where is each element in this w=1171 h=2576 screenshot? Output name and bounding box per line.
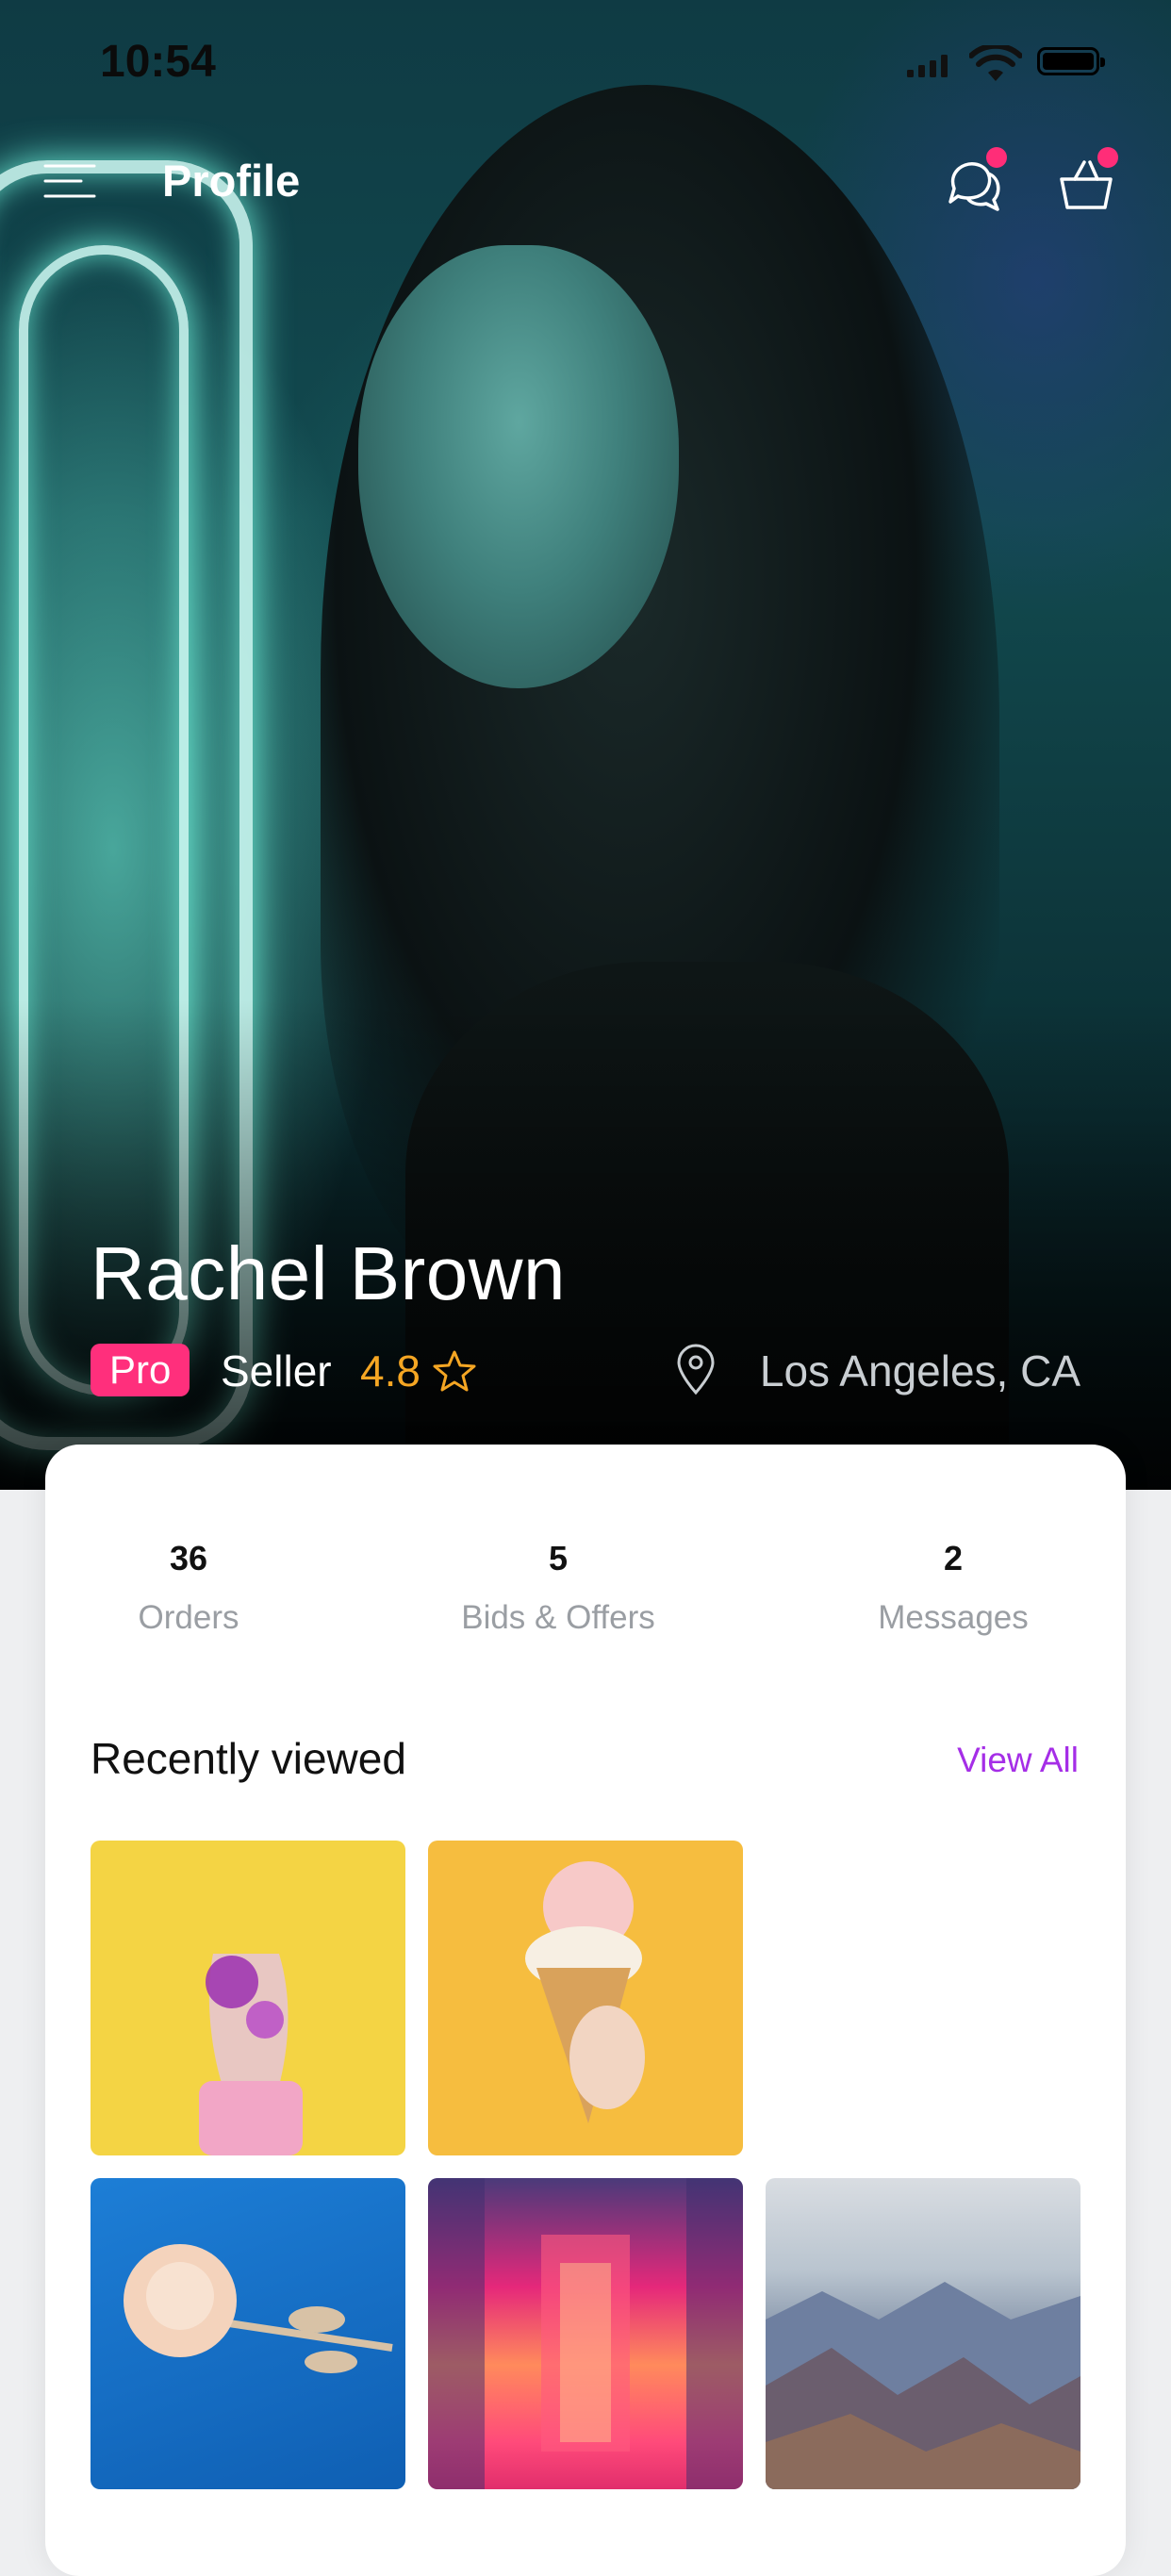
- recent-item-mountains[interactable]: [766, 2178, 1080, 2489]
- cart-notification-dot: [1097, 147, 1118, 168]
- top-nav: Profile: [0, 141, 1171, 226]
- stat-messages[interactable]: 2 Messages: [812, 1539, 1095, 1637]
- painted-hands-image: [199, 1954, 303, 2155]
- stat-value: 5: [548, 1539, 569, 1577]
- chat-notification-dot: [986, 147, 1007, 168]
- stat-bids-offers[interactable]: 5 Bids & Offers: [417, 1539, 700, 1637]
- page-title: Profile: [162, 156, 301, 206]
- hero-photo-face: [358, 245, 679, 688]
- rose-image: [124, 2244, 393, 2373]
- rating-value: 4.8: [360, 1346, 421, 1395]
- star-icon: [433, 1350, 476, 1392]
- recent-item-rose[interactable]: [91, 2178, 405, 2489]
- stat-orders[interactable]: 36 Orders: [47, 1539, 330, 1637]
- recent-item-ice-cream[interactable]: [428, 1841, 743, 2155]
- recently-viewed-title: Recently viewed: [91, 1734, 406, 1783]
- menu-icon[interactable]: [43, 162, 96, 200]
- status-bar: 10:54: [0, 0, 1171, 124]
- stat-value: 2: [943, 1539, 964, 1577]
- location-label: Los Angeles, CA: [759, 1346, 1080, 1395]
- profile-name: Rachel Brown: [91, 1231, 567, 1315]
- stat-label: Orders: [138, 1599, 239, 1636]
- ice-cream-image: [525, 1861, 645, 2123]
- profile-card: 36 Orders 5 Bids & Offers 2 Messages Rec…: [45, 1445, 1126, 2576]
- wifi-icon: [969, 45, 1022, 81]
- recent-item-neon-corridor[interactable]: [428, 2178, 743, 2489]
- status-time: 10:54: [100, 37, 216, 87]
- recent-item-painted-hands[interactable]: [91, 1841, 405, 2155]
- stat-label: Bids & Offers: [461, 1599, 655, 1636]
- battery-icon: [1037, 47, 1105, 75]
- cellular-signal-icon: [907, 55, 948, 77]
- mountains-image: [766, 2282, 1080, 2489]
- seller-label: Seller: [221, 1346, 332, 1395]
- profile-meta-row: Pro Seller 4.8 Los Angeles, CA: [91, 1344, 1080, 1400]
- pro-badge: Pro: [91, 1344, 190, 1396]
- location-pin-icon: [677, 1344, 715, 1395]
- view-all-link[interactable]: View All: [957, 1741, 1079, 1780]
- stat-label: Messages: [878, 1599, 1029, 1636]
- stat-value: 36: [169, 1539, 208, 1577]
- neon-corridor-image: [428, 2178, 743, 2489]
